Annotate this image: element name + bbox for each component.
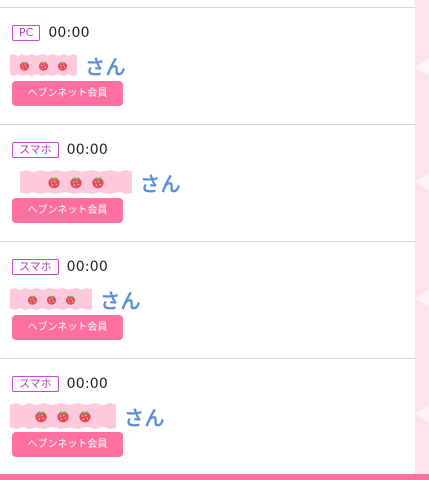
strawberry-icon <box>79 411 91 423</box>
honorific-label: さん <box>140 171 181 196</box>
heaven-member-button[interactable]: ヘブンネット会員 <box>12 432 123 457</box>
strawberry-icon <box>70 177 82 189</box>
device-badge: スマホ <box>12 259 59 275</box>
access-time: 00:00 <box>66 142 109 158</box>
strawberry-icon <box>92 177 104 189</box>
sidebar-notch-icon <box>415 58 429 76</box>
access-time: 00:00 <box>66 259 109 275</box>
sidebar-notch-icon <box>415 405 429 423</box>
sidebar-notch-icon <box>415 173 429 191</box>
strawberry-icon <box>27 295 37 305</box>
list-item: PC 00:00 さん ヘブンネット会員 <box>0 8 415 125</box>
entry-meta: PC 00:00 <box>12 24 90 42</box>
name-tape <box>10 54 77 76</box>
list-item: スマホ 00:00 さん ヘブンネット会員 <box>0 359 415 476</box>
access-list: PC 00:00 さん ヘブンネット会員 スマホ 00:00 さん ヘブンネット… <box>0 0 415 476</box>
strawberry-icon <box>38 61 49 71</box>
visitor-name: さん <box>10 285 141 313</box>
heaven-member-button[interactable]: ヘブンネット会員 <box>12 81 123 106</box>
bottom-accent-bar <box>0 474 429 480</box>
access-time: 00:00 <box>66 376 109 392</box>
sidebar-notch-icon <box>415 289 429 307</box>
name-tape <box>10 288 92 310</box>
strawberry-icon <box>19 61 30 71</box>
entry-meta: スマホ 00:00 <box>12 375 108 393</box>
device-badge: スマホ <box>12 376 59 392</box>
device-badge: スマホ <box>12 142 59 158</box>
strawberry-icon <box>35 411 47 423</box>
access-time: 00:00 <box>48 25 90 41</box>
right-sidebar <box>415 0 429 474</box>
visitor-name: さん <box>10 402 165 430</box>
heaven-member-button[interactable]: ヘブンネット会員 <box>12 198 123 223</box>
name-tape <box>10 403 116 429</box>
strawberry-icon <box>57 61 68 71</box>
honorific-label: さん <box>85 54 126 79</box>
strawberry-icon <box>46 295 56 305</box>
visitor-name: さん <box>10 168 181 196</box>
device-badge: PC <box>12 25 41 41</box>
heaven-member-button[interactable]: ヘブンネット会員 <box>12 315 123 340</box>
entry-meta: スマホ 00:00 <box>12 141 108 159</box>
strawberry-icon <box>57 411 69 423</box>
strawberry-icon <box>65 295 75 305</box>
entry-meta: スマホ 00:00 <box>12 258 108 276</box>
name-tape <box>20 170 132 194</box>
list-item: スマホ 00:00 さん ヘブンネット会員 <box>0 242 415 359</box>
honorific-label: さん <box>100 288 141 313</box>
visitor-name: さん <box>10 51 126 79</box>
page-root: PC 00:00 さん ヘブンネット会員 スマホ 00:00 さん ヘブンネット… <box>0 0 429 480</box>
strawberry-icon <box>48 177 60 189</box>
honorific-label: さん <box>124 405 165 430</box>
list-item: スマホ 00:00 さん ヘブンネット会員 <box>0 125 415 242</box>
